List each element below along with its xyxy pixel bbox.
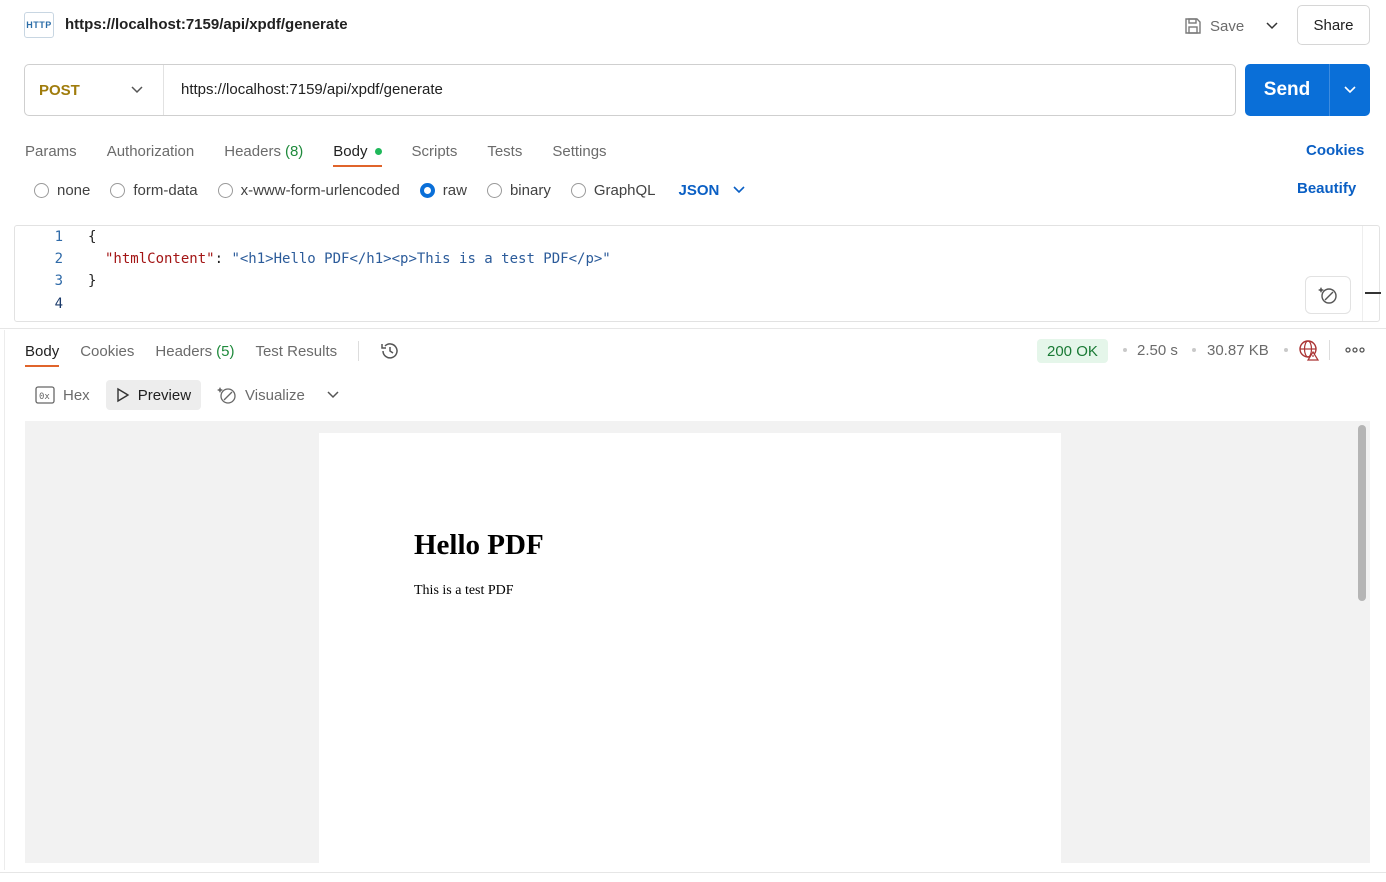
- body-modified-dot: [374, 147, 382, 155]
- share-button[interactable]: Share: [1297, 5, 1370, 45]
- json-key: "htmlContent": [105, 251, 215, 267]
- network-globe-icon[interactable]: [1298, 339, 1320, 361]
- view-mode-chevron-icon[interactable]: [321, 380, 345, 410]
- url-bar: POST https://localhost:7159/api/xpdf/gen…: [24, 64, 1236, 116]
- footer-divider: [0, 872, 1386, 873]
- radio-form-data[interactable]: form-data: [110, 182, 198, 199]
- separator-dot: [1192, 348, 1196, 352]
- line-number: 1: [54, 229, 63, 245]
- headers-count: (8): [284, 142, 304, 160]
- pdf-page: Hello PDF This is a test PDF: [319, 433, 1061, 863]
- tab-divider: [358, 341, 360, 361]
- save-options-chevron-icon[interactable]: [1262, 14, 1282, 38]
- section-divider: [0, 328, 1386, 329]
- meta-divider: [1329, 340, 1330, 360]
- resp-tab-body[interactable]: Body: [25, 337, 60, 367]
- play-icon: [116, 387, 130, 403]
- code-line: "htmlContent": "<h1>Hello PDF</h1><p>Thi…: [105, 251, 611, 267]
- url-input[interactable]: https://localhost:7159/api/xpdf/generate: [181, 81, 443, 98]
- response-view-modes: 0x Hex Preview Visualize: [25, 380, 345, 410]
- method-select[interactable]: POST: [25, 65, 164, 115]
- pane-edge: [4, 330, 5, 870]
- preview-scrollbar[interactable]: [1358, 425, 1366, 601]
- response-preview: Hello PDF This is a test PDF: [25, 421, 1370, 863]
- line-number: 3: [54, 273, 63, 289]
- tab-authorization[interactable]: Authorization: [107, 137, 195, 165]
- resp-headers-count: (5): [216, 342, 235, 360]
- ai-assist-icon[interactable]: [1305, 276, 1351, 314]
- request-tabs: Params Authorization Headers (8) Body Scr…: [25, 136, 607, 167]
- body-type-options: none form-data x-www-form-urlencoded raw…: [34, 178, 745, 202]
- separator-dot: [1123, 348, 1127, 352]
- radio-urlencoded[interactable]: x-www-form-urlencoded: [217, 182, 400, 199]
- tab-headers[interactable]: Headers (8): [224, 137, 303, 165]
- json-colon: :: [214, 251, 232, 267]
- send-options-chevron-icon[interactable]: [1329, 64, 1370, 116]
- json-value: "<h1>Hello PDF</h1><p>This is a test PDF…: [231, 251, 611, 267]
- body-editor[interactable]: 1 2 3 4 { "htmlContent": "<h1>Hello PDF<…: [14, 225, 1381, 322]
- radio-graphql[interactable]: GraphQL: [570, 182, 656, 199]
- view-hex-button[interactable]: 0x Hex: [25, 380, 100, 410]
- editor-scrollbar[interactable]: [1362, 226, 1381, 321]
- method-label: POST: [39, 81, 80, 99]
- request-title[interactable]: https://localhost:7159/api/xpdf/generate: [65, 16, 348, 33]
- format-select[interactable]: JSON: [679, 182, 746, 199]
- save-icon: [1185, 18, 1201, 34]
- chevron-down-icon: [131, 86, 143, 94]
- more-options-icon[interactable]: [1344, 342, 1366, 358]
- separator-dot: [1284, 348, 1288, 352]
- radio-binary[interactable]: binary: [486, 182, 551, 199]
- code-line: {: [88, 229, 97, 245]
- send-label: Send: [1263, 79, 1311, 100]
- status-badge[interactable]: 200 OK: [1037, 339, 1108, 363]
- http-icon: HTTP: [24, 12, 54, 38]
- visualize-icon: [217, 387, 236, 404]
- line-number: 2: [54, 251, 63, 267]
- pdf-heading: Hello PDF: [414, 529, 544, 561]
- tab-body[interactable]: Body: [333, 137, 382, 167]
- resp-tab-test-results[interactable]: Test Results: [255, 337, 337, 365]
- view-visualize-button[interactable]: Visualize: [207, 380, 315, 410]
- resp-tab-headers[interactable]: Headers (5): [155, 337, 234, 365]
- history-icon[interactable]: [380, 341, 400, 361]
- tab-params[interactable]: Params: [25, 137, 77, 165]
- line-number: 4: [54, 296, 63, 312]
- resp-tab-cookies[interactable]: Cookies: [80, 337, 134, 365]
- response-tabs: Body Cookies Headers (5) Test Results: [25, 336, 400, 367]
- tab-settings[interactable]: Settings: [552, 137, 606, 165]
- view-preview-button[interactable]: Preview: [105, 380, 202, 410]
- save-label: Save: [1210, 17, 1245, 35]
- response-size[interactable]: 30.87 KB: [1207, 342, 1269, 359]
- chevron-down-icon: [733, 186, 745, 194]
- pdf-paragraph: This is a test PDF: [414, 583, 514, 598]
- cookies-link[interactable]: Cookies: [1306, 136, 1364, 164]
- response-time[interactable]: 2.50 s: [1137, 342, 1178, 359]
- save-button[interactable]: Save: [1184, 14, 1244, 38]
- svg-text:0x: 0x: [39, 392, 50, 402]
- beautify-button[interactable]: Beautify: [1297, 180, 1356, 197]
- code-line: }: [88, 273, 97, 289]
- hex-icon: 0x: [35, 386, 55, 404]
- send-button[interactable]: Send: [1245, 64, 1370, 116]
- radio-none[interactable]: none: [34, 182, 90, 199]
- radio-raw[interactable]: raw: [419, 182, 467, 199]
- tab-tests[interactable]: Tests: [487, 137, 522, 165]
- tab-scripts[interactable]: Scripts: [412, 137, 458, 165]
